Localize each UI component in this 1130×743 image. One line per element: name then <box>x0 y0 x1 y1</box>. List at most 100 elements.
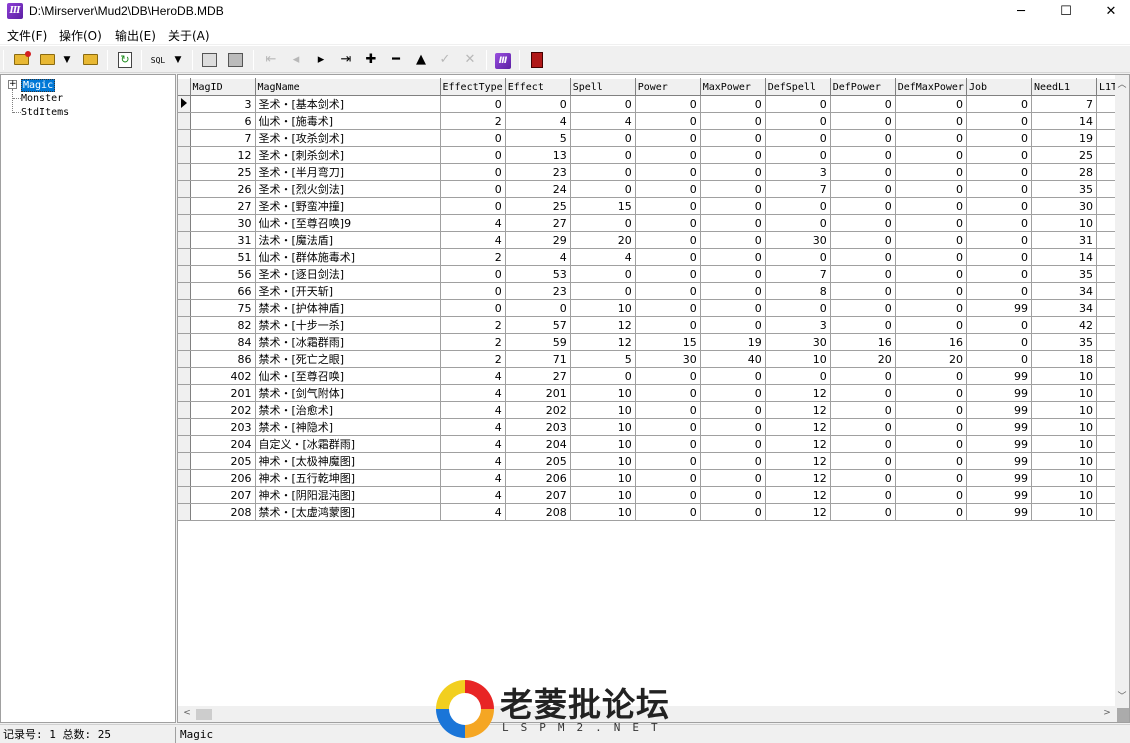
grid-cell[interactable]: 0 <box>635 316 701 334</box>
grid-cell[interactable]: 圣术・[逐日剑法] <box>255 265 441 283</box>
row-indicator[interactable] <box>178 418 191 436</box>
column-header[interactable]: DefMaxPower <box>895 78 967 96</box>
grid-cell[interactable]: 0 <box>635 435 701 453</box>
grid-cell[interactable]: 0 <box>966 350 1032 368</box>
grid-cell[interactable]: 0 <box>895 282 967 300</box>
chevron-down-icon[interactable]: ▼ <box>171 49 185 71</box>
grid-cell[interactable]: 0 <box>700 95 766 113</box>
grid-cell[interactable]: 0 <box>700 435 766 453</box>
column-header[interactable]: Spell <box>570 78 636 96</box>
grid-cell[interactable]: 99 <box>966 367 1032 385</box>
grid-cell[interactable]: 0 <box>895 197 967 215</box>
insert-record-icon[interactable]: ✚ <box>360 49 382 71</box>
grid-cell[interactable]: 27 <box>505 214 571 232</box>
grid-cell[interactable]: 仙术・[群体施毒术] <box>255 248 441 266</box>
maximize-button[interactable]: ☐ <box>1043 0 1089 24</box>
grid-cell[interactable]: 42 <box>1031 316 1097 334</box>
scroll-up-icon[interactable]: ︿ <box>1115 77 1129 90</box>
grid-cell[interactable]: 0 <box>895 129 967 147</box>
grid-cell[interactable]: 3 <box>765 316 831 334</box>
table-row[interactable]: 205 神术・[太极神魔图] 4 205 10 0 0 12 0 0 99 10 <box>178 452 1127 470</box>
grid-cell[interactable]: 禁术・[护体神盾] <box>255 299 441 317</box>
tree-item-stditems[interactable]: StdItems <box>21 107 69 118</box>
horizontal-scroll-thumb[interactable] <box>196 709 212 720</box>
table-row[interactable]: 206 神术・[五行乾坤图] 4 206 10 0 0 12 0 0 99 10 <box>178 469 1127 487</box>
grid-cell[interactable]: 207 <box>505 486 571 504</box>
grid-cell[interactable]: 0 <box>830 503 896 521</box>
grid-cell[interactable]: 0 <box>440 265 506 283</box>
grid-cell[interactable]: 仙术・[至尊召唤]9 <box>255 214 441 232</box>
grid-cell[interactable]: 0 <box>966 316 1032 334</box>
grid-cell[interactable]: 0 <box>830 197 896 215</box>
grid-cell[interactable]: 0 <box>505 299 571 317</box>
grid-cell[interactable]: 30 <box>1031 197 1097 215</box>
grid-cell[interactable]: 0 <box>966 333 1032 351</box>
grid-cell[interactable]: 10 <box>1031 435 1097 453</box>
chevron-down-icon[interactable]: ▼ <box>60 49 74 71</box>
grid-cell[interactable]: 0 <box>570 180 636 198</box>
grid-cell[interactable]: 35 <box>1031 333 1097 351</box>
grid-cell[interactable]: 0 <box>895 469 967 487</box>
grid-cell[interactable]: 0 <box>895 231 967 249</box>
prior-record-icon[interactable]: ◂ <box>285 49 307 71</box>
row-indicator[interactable] <box>178 282 191 300</box>
menu-file[interactable]: 文件(F) <box>7 27 47 44</box>
row-indicator[interactable] <box>178 95 191 113</box>
grid-cell[interactable]: 0 <box>966 95 1032 113</box>
grid-cell[interactable]: 0 <box>830 384 896 402</box>
grid-cell[interactable]: 0 <box>966 129 1032 147</box>
grid-cell[interactable]: 10 <box>570 452 636 470</box>
grid-cell[interactable]: 0 <box>830 486 896 504</box>
grid-cell[interactable]: 30 <box>635 350 701 368</box>
grid-cell[interactable]: 0 <box>440 146 506 164</box>
grid-cell[interactable]: 10 <box>1031 469 1097 487</box>
grid-cell[interactable]: 禁术・[太虚鸿蒙图] <box>255 503 441 521</box>
grid-cell[interactable]: 4 <box>440 214 506 232</box>
grid-cell[interactable]: 0 <box>635 112 701 130</box>
table-row[interactable]: 86 禁术・[死亡之眼] 2 71 5 30 40 10 20 20 0 18 <box>178 350 1127 368</box>
grid-cell[interactable]: 66 <box>190 282 256 300</box>
grid-cell[interactable]: 99 <box>966 435 1032 453</box>
grid-cell[interactable]: 0 <box>966 180 1032 198</box>
grid-cell[interactable]: 99 <box>966 401 1032 419</box>
grid-cell[interactable]: 0 <box>700 316 766 334</box>
grid-cell[interactable]: 0 <box>830 95 896 113</box>
tree-item-monster[interactable]: Monster <box>21 93 63 104</box>
grid-cell[interactable]: 0 <box>765 146 831 164</box>
grid-cell[interactable]: 99 <box>966 486 1032 504</box>
grid-cell[interactable]: 0 <box>895 163 967 181</box>
table-row[interactable]: 6 仙术・[施毒术] 2 4 4 0 0 0 0 0 0 14 <box>178 112 1127 130</box>
grid-cell[interactable]: 0 <box>765 367 831 385</box>
grid-cell[interactable]: 10 <box>570 435 636 453</box>
grid-cell[interactable]: 10 <box>1031 401 1097 419</box>
grid-cell[interactable]: 0 <box>570 282 636 300</box>
grid-cell[interactable]: 0 <box>440 95 506 113</box>
grid-cell[interactable]: 0 <box>700 231 766 249</box>
grid-cell[interactable]: 0 <box>765 197 831 215</box>
table-row[interactable]: 25 圣术・[半月弯刀] 0 23 0 0 0 3 0 0 0 28 <box>178 163 1127 181</box>
grid-cell[interactable]: 201 <box>505 384 571 402</box>
grid-cell[interactable]: 2 <box>440 316 506 334</box>
grid-cell[interactable]: 0 <box>966 146 1032 164</box>
menu-operate[interactable]: 操作(O) <box>59 27 102 44</box>
grid-cell[interactable]: 10 <box>570 418 636 436</box>
grid-cell[interactable]: 0 <box>765 95 831 113</box>
grid-cell[interactable]: 0 <box>700 180 766 198</box>
grid-cell[interactable]: 0 <box>830 231 896 249</box>
grid-cell[interactable]: 18 <box>1031 350 1097 368</box>
grid-cell[interactable]: 20 <box>830 350 896 368</box>
grid-cell[interactable]: 0 <box>700 452 766 470</box>
grid-cell[interactable]: 0 <box>895 146 967 164</box>
grid-cell[interactable]: 0 <box>635 299 701 317</box>
grid-cell[interactable]: 0 <box>635 418 701 436</box>
grid-cell[interactable]: 13 <box>505 146 571 164</box>
open-folder-icon[interactable] <box>36 49 58 71</box>
grid-cell[interactable]: 0 <box>895 452 967 470</box>
grid-cell[interactable]: 0 <box>635 265 701 283</box>
open-database-icon[interactable] <box>10 49 32 71</box>
open-recent-icon[interactable] <box>79 49 101 71</box>
grid-cell[interactable]: 0 <box>635 214 701 232</box>
grid-cell[interactable]: 0 <box>830 163 896 181</box>
grid-cell[interactable]: 40 <box>700 350 766 368</box>
grid-cell[interactable]: 56 <box>190 265 256 283</box>
